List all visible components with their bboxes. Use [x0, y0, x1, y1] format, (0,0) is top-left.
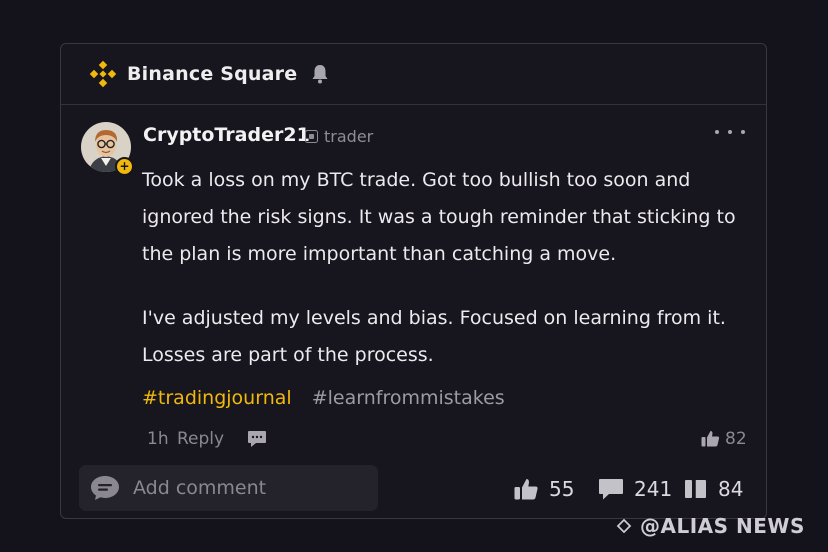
- user-role: trader: [324, 127, 374, 146]
- shares-count: 84: [718, 477, 744, 501]
- hashtags: #tradingjournal #learnfrommistakes: [142, 387, 505, 409]
- share-icon: [685, 480, 706, 498]
- follow-badge-icon[interactable]: +: [115, 157, 134, 176]
- likes-stat[interactable]: 55: [514, 477, 574, 501]
- watermark-text: @ALIAS NEWS: [640, 514, 805, 538]
- shares-stat[interactable]: 84: [684, 477, 743, 501]
- post-paragraph: I've adjusted my levels and bias. Focuse…: [142, 307, 726, 366]
- hashtag-link[interactable]: #learnfrommistakes: [312, 387, 505, 409]
- comment-icon: [599, 478, 623, 499]
- reply-button[interactable]: Reply: [177, 429, 224, 449]
- more-options-button[interactable]: [715, 122, 745, 142]
- chat-bubble-icon: [91, 476, 119, 500]
- post-time: 1h: [147, 429, 169, 449]
- binance-logo-icon: [89, 60, 117, 88]
- post-body: Took a loss on my BTC trade. Got too bul…: [142, 162, 752, 374]
- thumbs-up-icon: [514, 479, 538, 500]
- comments-count: 241: [634, 477, 673, 501]
- likes-count: 55: [549, 477, 575, 501]
- dot-icon: [728, 130, 732, 134]
- card-header: Binance Square: [61, 44, 766, 105]
- watermark: @ALIAS NEWS: [612, 514, 805, 538]
- like-icon[interactable]: [701, 430, 720, 447]
- binance-logo-icon: [616, 518, 632, 534]
- add-comment-placeholder: Add comment: [133, 477, 267, 499]
- dot-icon: [715, 130, 719, 134]
- comment-icon[interactable]: [247, 430, 267, 448]
- hashtag-link[interactable]: #tradingjournal: [142, 387, 292, 409]
- trader-badge-icon: [305, 130, 318, 143]
- post-card: Binance Square + CryptoTrader21 trader T: [60, 43, 767, 519]
- post-paragraph: Took a loss on my BTC trade. Got too bul…: [142, 169, 736, 265]
- like-count: 82: [725, 429, 747, 449]
- page-title: Binance Square: [127, 63, 298, 85]
- comments-stat[interactable]: 241: [598, 477, 672, 501]
- dot-icon: [741, 130, 745, 134]
- add-comment-input[interactable]: Add comment: [79, 465, 378, 511]
- bell-icon[interactable]: [311, 64, 329, 84]
- username[interactable]: CryptoTrader21: [143, 124, 310, 146]
